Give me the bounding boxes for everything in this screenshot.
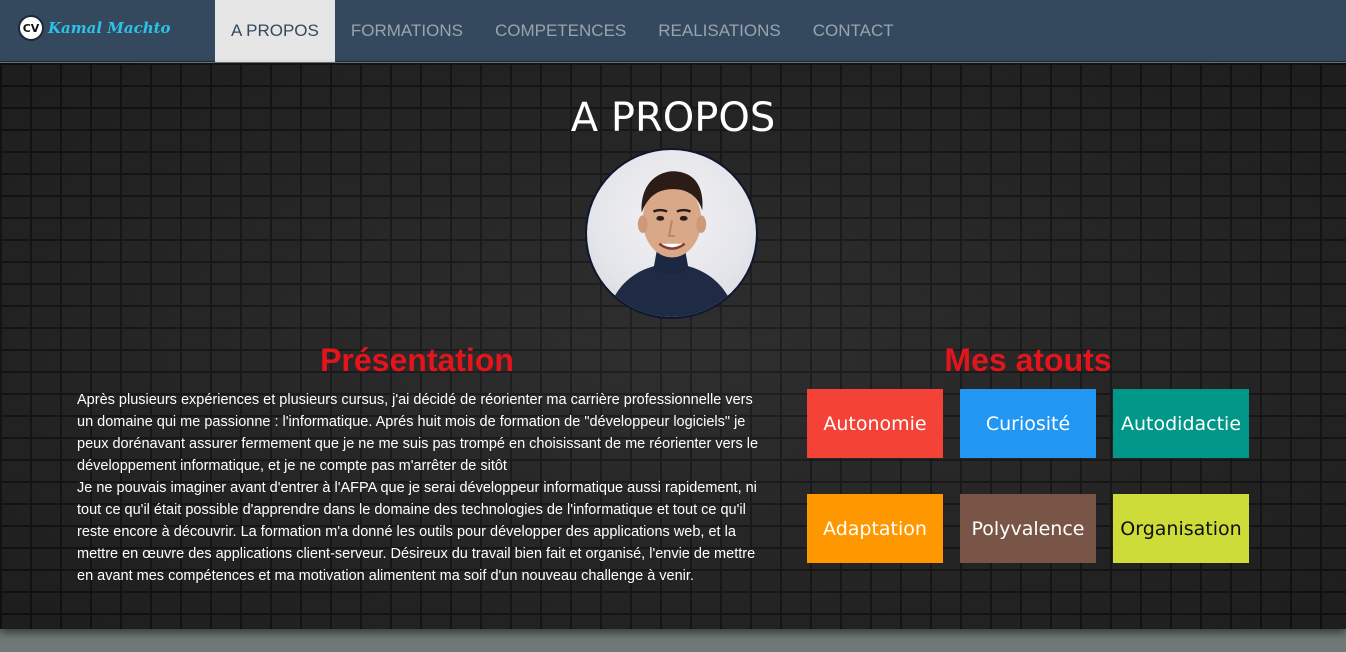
about-section: A PROPOS Présentation Après plusieurs ex… [0, 63, 1346, 629]
nav-item-realisations[interactable]: REALISATIONS [642, 0, 797, 62]
atouts-heading: Mes atouts [944, 342, 1112, 378]
skill-curiosite: Curiosité [960, 389, 1096, 458]
presentation-paragraph-2: Je ne pouvais imaginer avant d'entrer à … [77, 480, 757, 584]
nav-menu: A PROPOS FORMATIONS COMPETENCES REALISAT… [215, 0, 910, 62]
presentation-heading: Présentation [320, 342, 514, 378]
page-title: A PROPOS [570, 95, 776, 141]
skill-polyvalence: Polyvalence [960, 494, 1096, 563]
presentation-text: Après plusieurs expériences et plusieurs… [77, 389, 767, 587]
nav-item-competences[interactable]: COMPETENCES [479, 0, 642, 62]
avatar-portrait-icon [606, 171, 737, 317]
skill-autonomie: Autonomie [807, 389, 943, 458]
presentation-paragraph-1: Après plusieurs expériences et plusieurs… [77, 392, 759, 474]
brand-name: Kamal Machto [48, 19, 171, 37]
cv-badge-icon: CV [18, 15, 44, 41]
brand-logo[interactable]: CV Kamal Machto [18, 14, 171, 42]
navbar: CV Kamal Machto A PROPOS FORMATIONS COMP… [0, 0, 1346, 62]
skill-adaptation: Adaptation [807, 494, 943, 563]
nav-item-formations[interactable]: FORMATIONS [335, 0, 479, 62]
skill-autodidactie: Autodidactie [1113, 389, 1249, 458]
avatar [585, 148, 758, 319]
nav-item-contact[interactable]: CONTACT [797, 0, 910, 62]
skill-organisation: Organisation [1113, 494, 1249, 563]
nav-item-a-propos[interactable]: A PROPOS [215, 0, 335, 62]
